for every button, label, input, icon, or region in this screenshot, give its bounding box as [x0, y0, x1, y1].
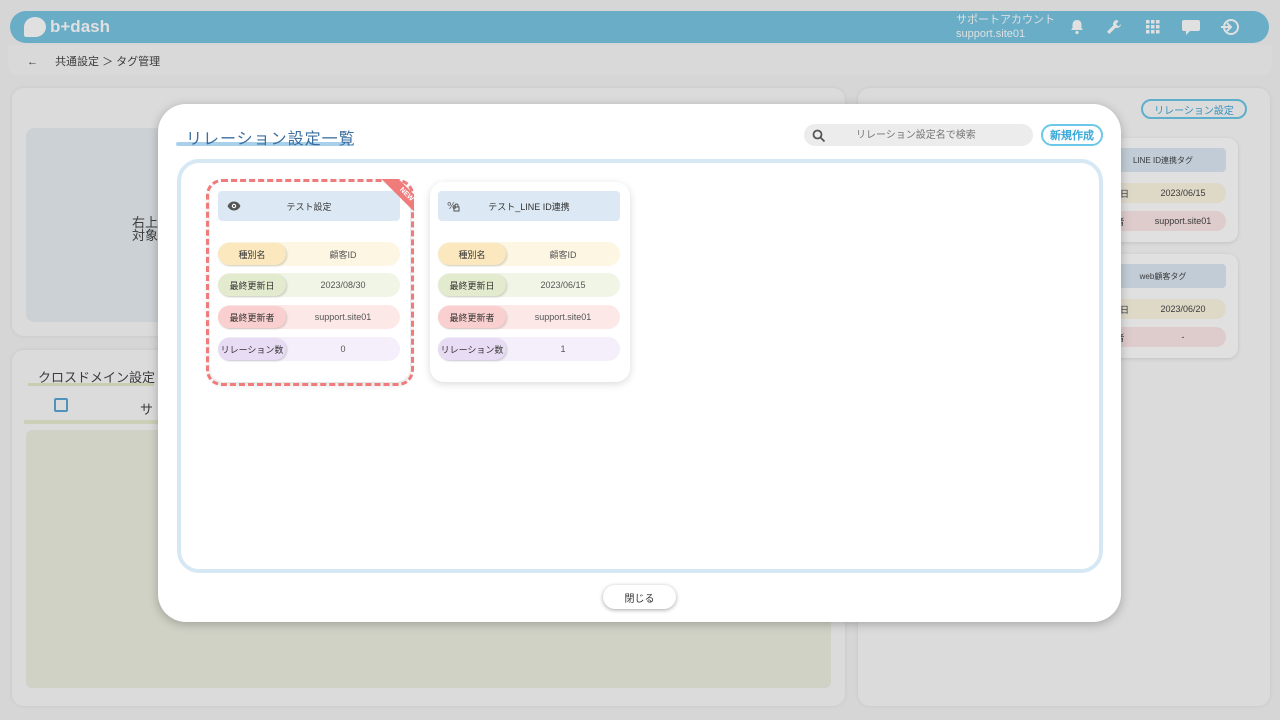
new-badge: NEW — [374, 179, 414, 219]
card-row-updated: 最終更新日 2023/06/15 — [438, 273, 620, 297]
updated-value: 2023/06/15 — [540, 280, 586, 290]
close-button[interactable]: 閉じる — [603, 585, 676, 609]
card-header: % テスト_LINE ID連携 — [438, 191, 620, 221]
relation-card[interactable]: % テスト_LINE ID連携 種別名 顧客ID 最終更新日 2023/06/1… — [430, 182, 630, 382]
type-value: 顧客ID — [549, 249, 577, 260]
updater-value: support.site01 — [534, 312, 592, 322]
new-create-button[interactable]: 新規作成 — [1041, 124, 1103, 146]
card-row-updater: 最終更新者 support.site01 — [438, 305, 620, 329]
type-label: 種別名 — [438, 243, 506, 265]
search-input[interactable] — [838, 124, 1036, 146]
card-name: テスト_LINE ID連携 — [488, 201, 570, 212]
updated-label: 最終更新日 — [438, 274, 506, 296]
card-row-type: 種別名 顧客ID — [438, 242, 620, 266]
percent-lock-icon[interactable]: % — [444, 196, 464, 216]
updater-label: 最終更新者 — [438, 306, 506, 328]
card-row-count: リレーション数 1 — [438, 337, 620, 361]
count-label: リレーション数 — [438, 338, 506, 360]
search-icon — [812, 128, 826, 143]
modal-title: リレーション設定一覧 — [186, 131, 356, 148]
count-value: 1 — [560, 344, 566, 354]
new-badge-text: NEW — [380, 179, 414, 219]
